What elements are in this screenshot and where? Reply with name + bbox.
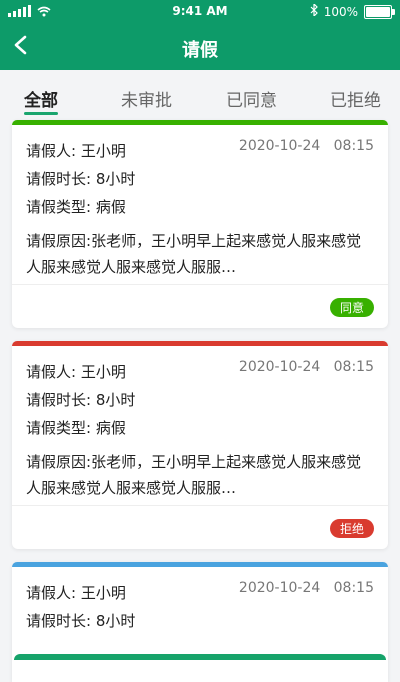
bottom-bar	[14, 654, 386, 660]
tab-label: 已同意	[226, 91, 277, 111]
card-status-bar	[12, 120, 388, 125]
tab-rejected[interactable]: 已拒绝	[330, 86, 381, 111]
status-right: 100%	[310, 2, 395, 19]
reason-row: 请假原因: 张老师，王小明早上起来感觉人服来感觉人服来感觉人服来感觉人服服…	[26, 453, 362, 497]
card-divider	[12, 284, 388, 285]
bluetooth-icon	[310, 2, 318, 19]
page-title: 请假	[182, 40, 218, 61]
leave-card[interactable]: 请假人: 王小明 2020-10-24 08:15 请假时长: 8小时	[12, 562, 388, 682]
battery-icon	[364, 4, 395, 19]
battery-percent: 100%	[323, 4, 358, 19]
battery-fill	[366, 6, 390, 17]
duration-row: 请假时长: 8小时	[26, 170, 136, 188]
reason-row: 请假原因: 张老师，王小明早上起来感觉人服来感觉人服来感觉人服来感觉人服服…	[26, 232, 362, 276]
leave-date: 2020-10-24 08:15	[238, 580, 374, 596]
applicant-row: 请假人: 王小明	[26, 142, 126, 160]
tab-label: 未审批	[121, 91, 172, 111]
type-row: 请假类型: 病假	[26, 419, 126, 437]
filter-tabs: 全部 未审批 已同意 已拒绝	[0, 80, 400, 116]
status-bar: 9:41 AM 100%	[0, 0, 400, 24]
tab-all[interactable]: 全部	[24, 86, 58, 115]
tab-label: 全部	[24, 91, 58, 111]
leave-card[interactable]: 请假人: 王小明 2020-10-24 08:15 请假时长: 8小时 请假类型…	[12, 341, 388, 549]
leave-date: 2020-10-24 08:15	[238, 138, 374, 154]
status-badge: 拒绝	[329, 519, 374, 538]
applicant-row: 请假人: 王小明	[26, 363, 126, 381]
type-row: 请假类型: 病假	[26, 198, 126, 216]
tab-label: 已拒绝	[330, 91, 381, 111]
app-header: 9:41 AM 100% 请假	[0, 0, 400, 70]
duration-row: 请假时长: 8小时	[26, 612, 136, 630]
active-tab-indicator	[24, 112, 58, 115]
card-divider	[12, 505, 388, 506]
leave-date: 2020-10-24 08:15	[238, 359, 374, 375]
leave-card[interactable]: 请假人: 王小明 2020-10-24 08:15 请假时长: 8小时 请假类型…	[12, 120, 388, 328]
duration-row: 请假时长: 8小时	[26, 391, 136, 409]
applicant-row: 请假人: 王小明	[26, 584, 126, 602]
tab-approved[interactable]: 已同意	[226, 86, 277, 111]
card-status-bar	[12, 341, 388, 346]
card-status-bar	[12, 562, 388, 567]
tab-pending[interactable]: 未审批	[121, 86, 172, 111]
status-badge: 同意	[329, 298, 374, 317]
